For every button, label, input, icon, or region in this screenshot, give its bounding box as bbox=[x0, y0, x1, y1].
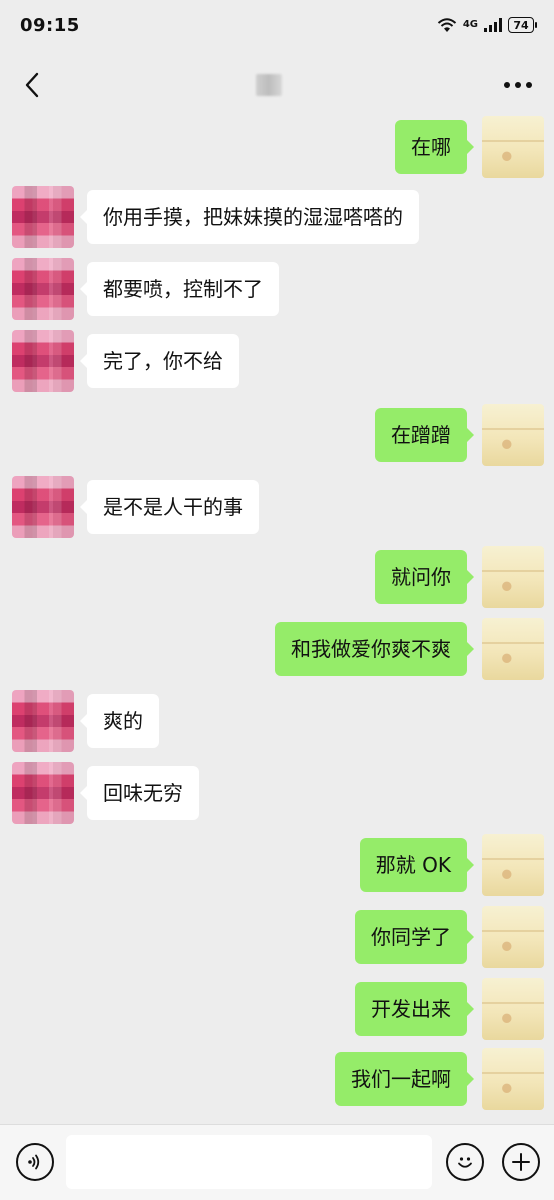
my-avatar[interactable] bbox=[482, 116, 544, 178]
message-row: 在蹭蹭 bbox=[0, 404, 554, 466]
message-bubble[interactable]: 你同学了 bbox=[355, 910, 474, 964]
message-row: 你用手摸，把妹妹摸的湿湿嗒嗒的 bbox=[0, 186, 554, 248]
message-list: 在哪 你用手摸，把妹妹摸的湿湿嗒嗒的 都要喷，控制不了 完了，你不给 在蹭蹭 是… bbox=[0, 0, 554, 1200]
message-row: 就问你 bbox=[0, 546, 554, 608]
message-bubble[interactable]: 你用手摸，把妹妹摸的湿湿嗒嗒的 bbox=[80, 190, 419, 244]
my-avatar[interactable] bbox=[482, 906, 544, 968]
message-bubble[interactable]: 爽的 bbox=[80, 694, 159, 748]
contact-avatar[interactable] bbox=[12, 186, 74, 248]
emoji-icon bbox=[458, 1157, 472, 1168]
plus-icon bbox=[512, 1153, 530, 1171]
message-bubble[interactable]: 是不是人干的事 bbox=[80, 480, 259, 534]
message-row: 爽的 bbox=[0, 690, 554, 752]
message-bubble[interactable]: 回味无穷 bbox=[80, 766, 199, 820]
contact-avatar[interactable] bbox=[12, 258, 74, 320]
contact-avatar[interactable] bbox=[12, 330, 74, 392]
message-row: 完了，你不给 bbox=[0, 330, 554, 392]
message-bubble[interactable]: 都要喷，控制不了 bbox=[80, 262, 279, 316]
contact-avatar[interactable] bbox=[12, 690, 74, 752]
message-row: 那就 OK bbox=[0, 834, 554, 896]
message-bubble[interactable]: 在蹭蹭 bbox=[375, 408, 474, 462]
message-row: 都要喷，控制不了 bbox=[0, 258, 554, 320]
message-row: 和我做爱你爽不爽 bbox=[0, 618, 554, 680]
composer-bar bbox=[0, 1124, 554, 1200]
message-bubble[interactable]: 我们一起啊 bbox=[335, 1052, 474, 1106]
plus-button[interactable] bbox=[502, 1143, 540, 1181]
message-bubble[interactable]: 在哪 bbox=[395, 120, 474, 174]
my-avatar[interactable] bbox=[482, 1048, 544, 1110]
message-row: 我们一起啊 bbox=[0, 1048, 554, 1110]
message-bubble[interactable]: 完了，你不给 bbox=[80, 334, 239, 388]
message-row: 在哪 bbox=[0, 116, 554, 178]
message-bubble[interactable]: 开发出来 bbox=[355, 982, 474, 1036]
contact-avatar[interactable] bbox=[12, 762, 74, 824]
voice-icon bbox=[28, 1154, 40, 1170]
my-avatar[interactable] bbox=[482, 404, 544, 466]
contact-avatar[interactable] bbox=[12, 476, 74, 538]
voice-button[interactable] bbox=[16, 1143, 54, 1181]
my-avatar[interactable] bbox=[482, 834, 544, 896]
message-bubble[interactable]: 就问你 bbox=[375, 550, 474, 604]
message-input[interactable] bbox=[66, 1135, 432, 1189]
message-row: 开发出来 bbox=[0, 978, 554, 1040]
my-avatar[interactable] bbox=[482, 978, 544, 1040]
my-avatar[interactable] bbox=[482, 618, 544, 680]
message-row: 你同学了 bbox=[0, 906, 554, 968]
emoji-button[interactable] bbox=[446, 1143, 484, 1181]
message-bubble[interactable]: 和我做爱你爽不爽 bbox=[275, 622, 474, 676]
my-avatar[interactable] bbox=[482, 546, 544, 608]
message-bubble[interactable]: 那就 OK bbox=[359, 838, 475, 892]
message-row: 回味无穷 bbox=[0, 762, 554, 824]
message-row: 是不是人干的事 bbox=[0, 476, 554, 538]
